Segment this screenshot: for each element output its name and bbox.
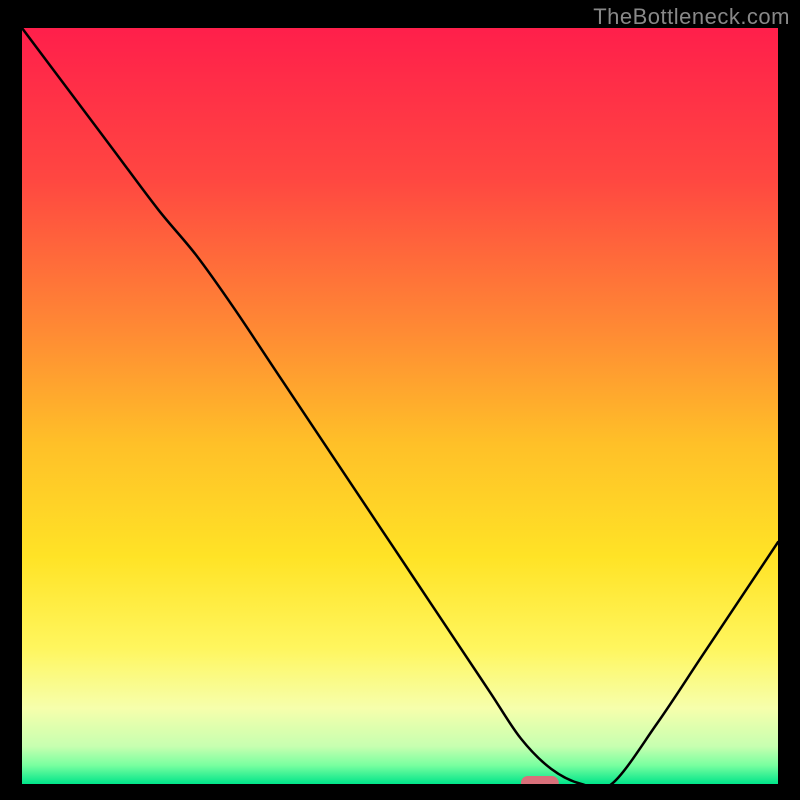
- watermark-text: TheBottleneck.com: [593, 4, 790, 30]
- chart-background: [22, 28, 778, 784]
- bottleneck-chart: [22, 28, 778, 784]
- chart-frame: TheBottleneck.com: [0, 0, 800, 800]
- optimal-marker: [521, 776, 559, 784]
